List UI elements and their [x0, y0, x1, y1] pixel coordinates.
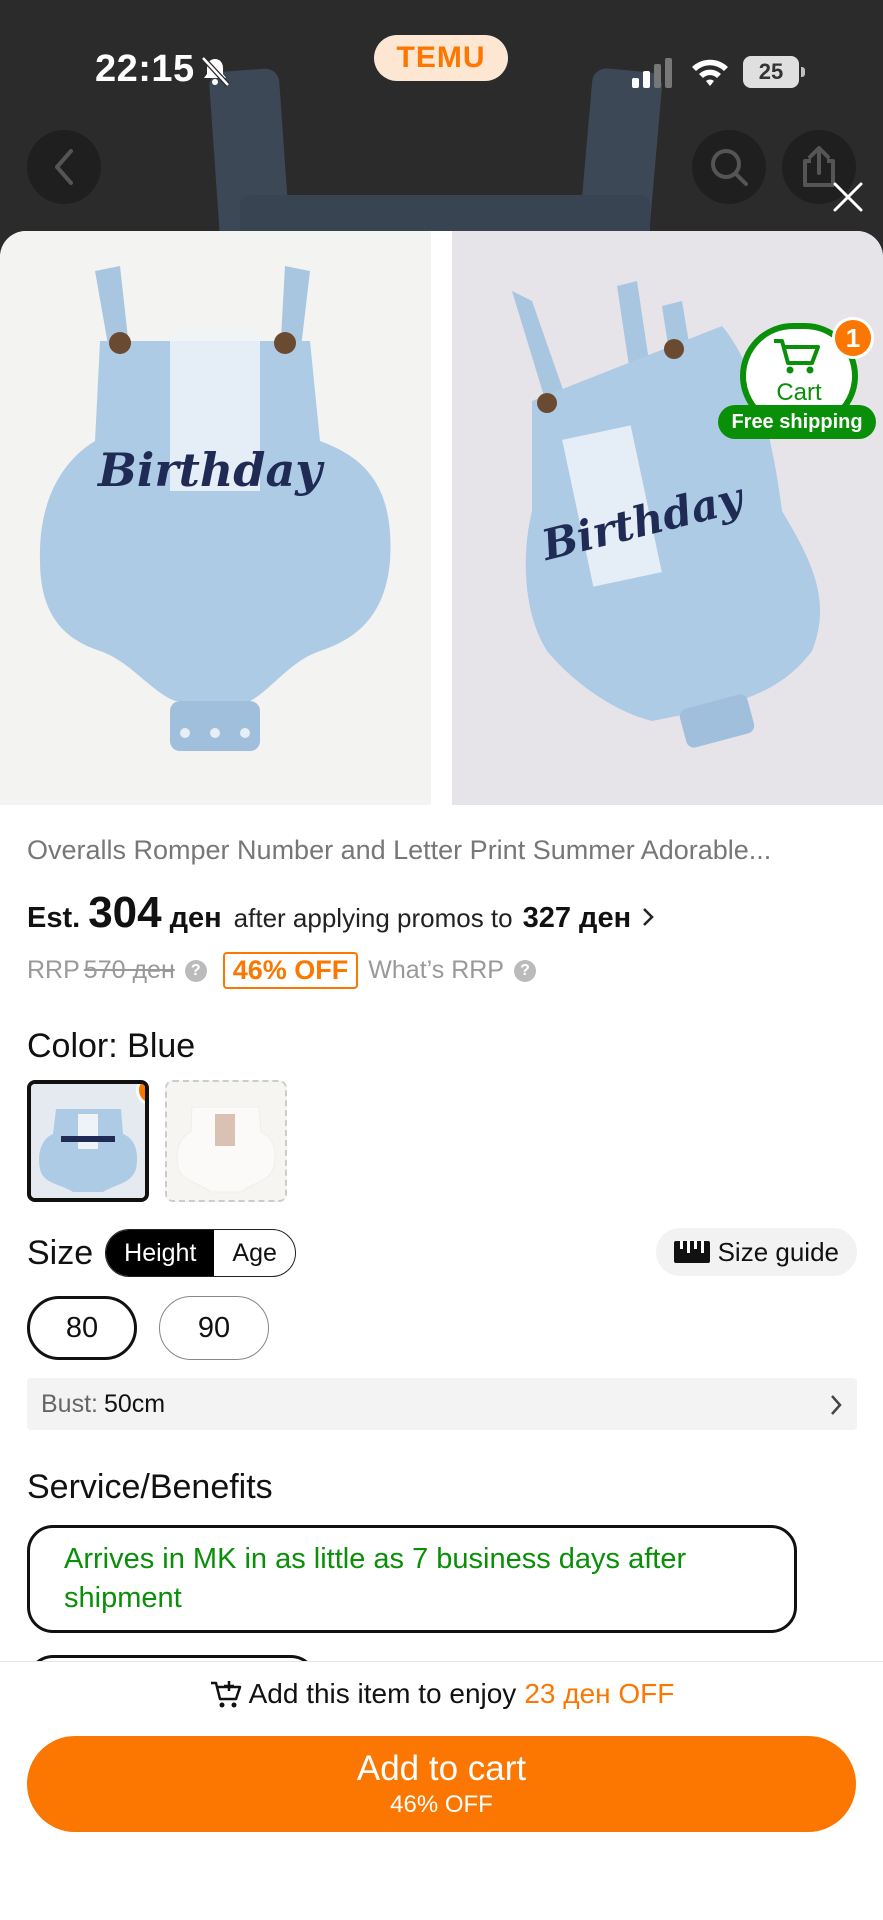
whats-rrp-link[interactable]: What’s RRP: [368, 956, 504, 985]
battery-icon: 25: [743, 56, 805, 88]
swatch-blue[interactable]: [27, 1080, 149, 1202]
price-currency: ден: [169, 902, 222, 934]
rrp-row: RRP 570 ден ? 46% OFF What’s RRP ?: [27, 952, 857, 989]
size-option-80[interactable]: 80: [27, 1296, 137, 1360]
search-icon: [711, 149, 748, 186]
chevron-right-icon: [643, 908, 654, 926]
price-value: 304: [88, 888, 162, 937]
swatch-white-image: [167, 1082, 285, 1200]
rrp-label: RRP: [27, 956, 80, 984]
ruler-icon: [673, 1241, 710, 1263]
promo-amount: 23 ден OFF: [524, 1678, 675, 1709]
size-measurement-row[interactable]: Bust: 50cm: [27, 1378, 857, 1430]
delivery-benefit-card[interactable]: Arrives in MK in as little as 7 business…: [27, 1525, 797, 1634]
product-info: Overalls Romper Number and Letter Print …: [27, 835, 857, 1696]
cart-plus-icon: [210, 1681, 241, 1708]
status-time: 22:15: [95, 48, 195, 90]
temu-logo: TEMU: [374, 35, 508, 81]
promo-line: Add this item to enjoy 23 ден OFF: [0, 1678, 883, 1710]
bell-muted-icon: [201, 56, 230, 87]
product-gallery[interactable]: Birthday Birthday Cart 1 Free shipping: [0, 231, 883, 805]
bottom-action-bar: Add this item to enjoy 23 ден OFF Add to…: [0, 1661, 883, 1920]
size-options: 80 90: [27, 1296, 857, 1360]
size-guide-label: Size guide: [717, 1236, 839, 1267]
close-sheet-button[interactable]: [826, 175, 870, 219]
tab-age[interactable]: Age: [214, 1230, 294, 1276]
romper-front-image: Birthday: [39, 266, 391, 751]
floating-cart[interactable]: Cart 1 Free shipping: [718, 317, 878, 443]
promo-price: 327 ден: [522, 902, 632, 934]
product-photo[interactable]: Birthday: [0, 231, 431, 805]
rrp-price: 570 ден: [83, 956, 175, 984]
size-row: Size Height Age Size guide: [27, 1228, 857, 1278]
cart-label: Cart: [776, 379, 822, 406]
search-button[interactable]: [692, 130, 766, 204]
signal-icon: [632, 58, 672, 88]
size-unit-tabs: Height Age: [105, 1229, 296, 1277]
battery-level: 25: [758, 59, 784, 84]
color-label: Color: Blue: [27, 1027, 196, 1065]
price-est-label: Est.: [27, 902, 81, 934]
service-title: Service/Benefits: [27, 1468, 273, 1506]
bust-label: Bust:: [41, 1389, 98, 1418]
size-guide-button[interactable]: Size guide: [655, 1228, 857, 1276]
discount-badge: 46% OFF: [222, 952, 359, 989]
romper-angle-image: Birthday: [512, 281, 821, 748]
help-icon[interactable]: ?: [184, 959, 207, 982]
help-icon[interactable]: ?: [513, 959, 536, 982]
cart-count-badge: 1: [832, 317, 874, 359]
swatch-blue-image: [31, 1084, 145, 1198]
color-swatches: [27, 1080, 857, 1202]
product-photo[interactable]: Birthday: [452, 231, 883, 805]
product-title[interactable]: Overalls Romper Number and Letter Print …: [27, 835, 847, 866]
add-to-cart-label: Add to cart: [356, 1749, 527, 1788]
promo-prefix: Add this item to enjoy: [248, 1678, 517, 1709]
back-button[interactable]: [27, 130, 101, 204]
size-option-90[interactable]: 90: [159, 1296, 269, 1360]
swatch-white[interactable]: [165, 1080, 287, 1202]
bust-value: 50cm: [103, 1389, 166, 1418]
chevron-left-icon: [55, 149, 73, 185]
add-to-cart-button[interactable]: Add to cart 46% OFF: [27, 1736, 856, 1832]
promo-text: after applying promos to: [233, 903, 513, 933]
chevron-right-icon: [831, 1395, 842, 1415]
size-label: Size: [27, 1233, 94, 1272]
free-shipping-badge: Free shipping: [718, 405, 876, 439]
close-icon: [833, 182, 863, 212]
cart-icon: [774, 339, 820, 374]
price-row[interactable]: Est. 304 ден after applying promos to 32…: [27, 888, 857, 938]
tab-height[interactable]: Height: [106, 1230, 215, 1276]
add-to-cart-discount: 46% OFF: [390, 1791, 493, 1818]
wifi-icon: [692, 59, 728, 86]
romper-print-text: Birthday: [96, 443, 325, 497]
